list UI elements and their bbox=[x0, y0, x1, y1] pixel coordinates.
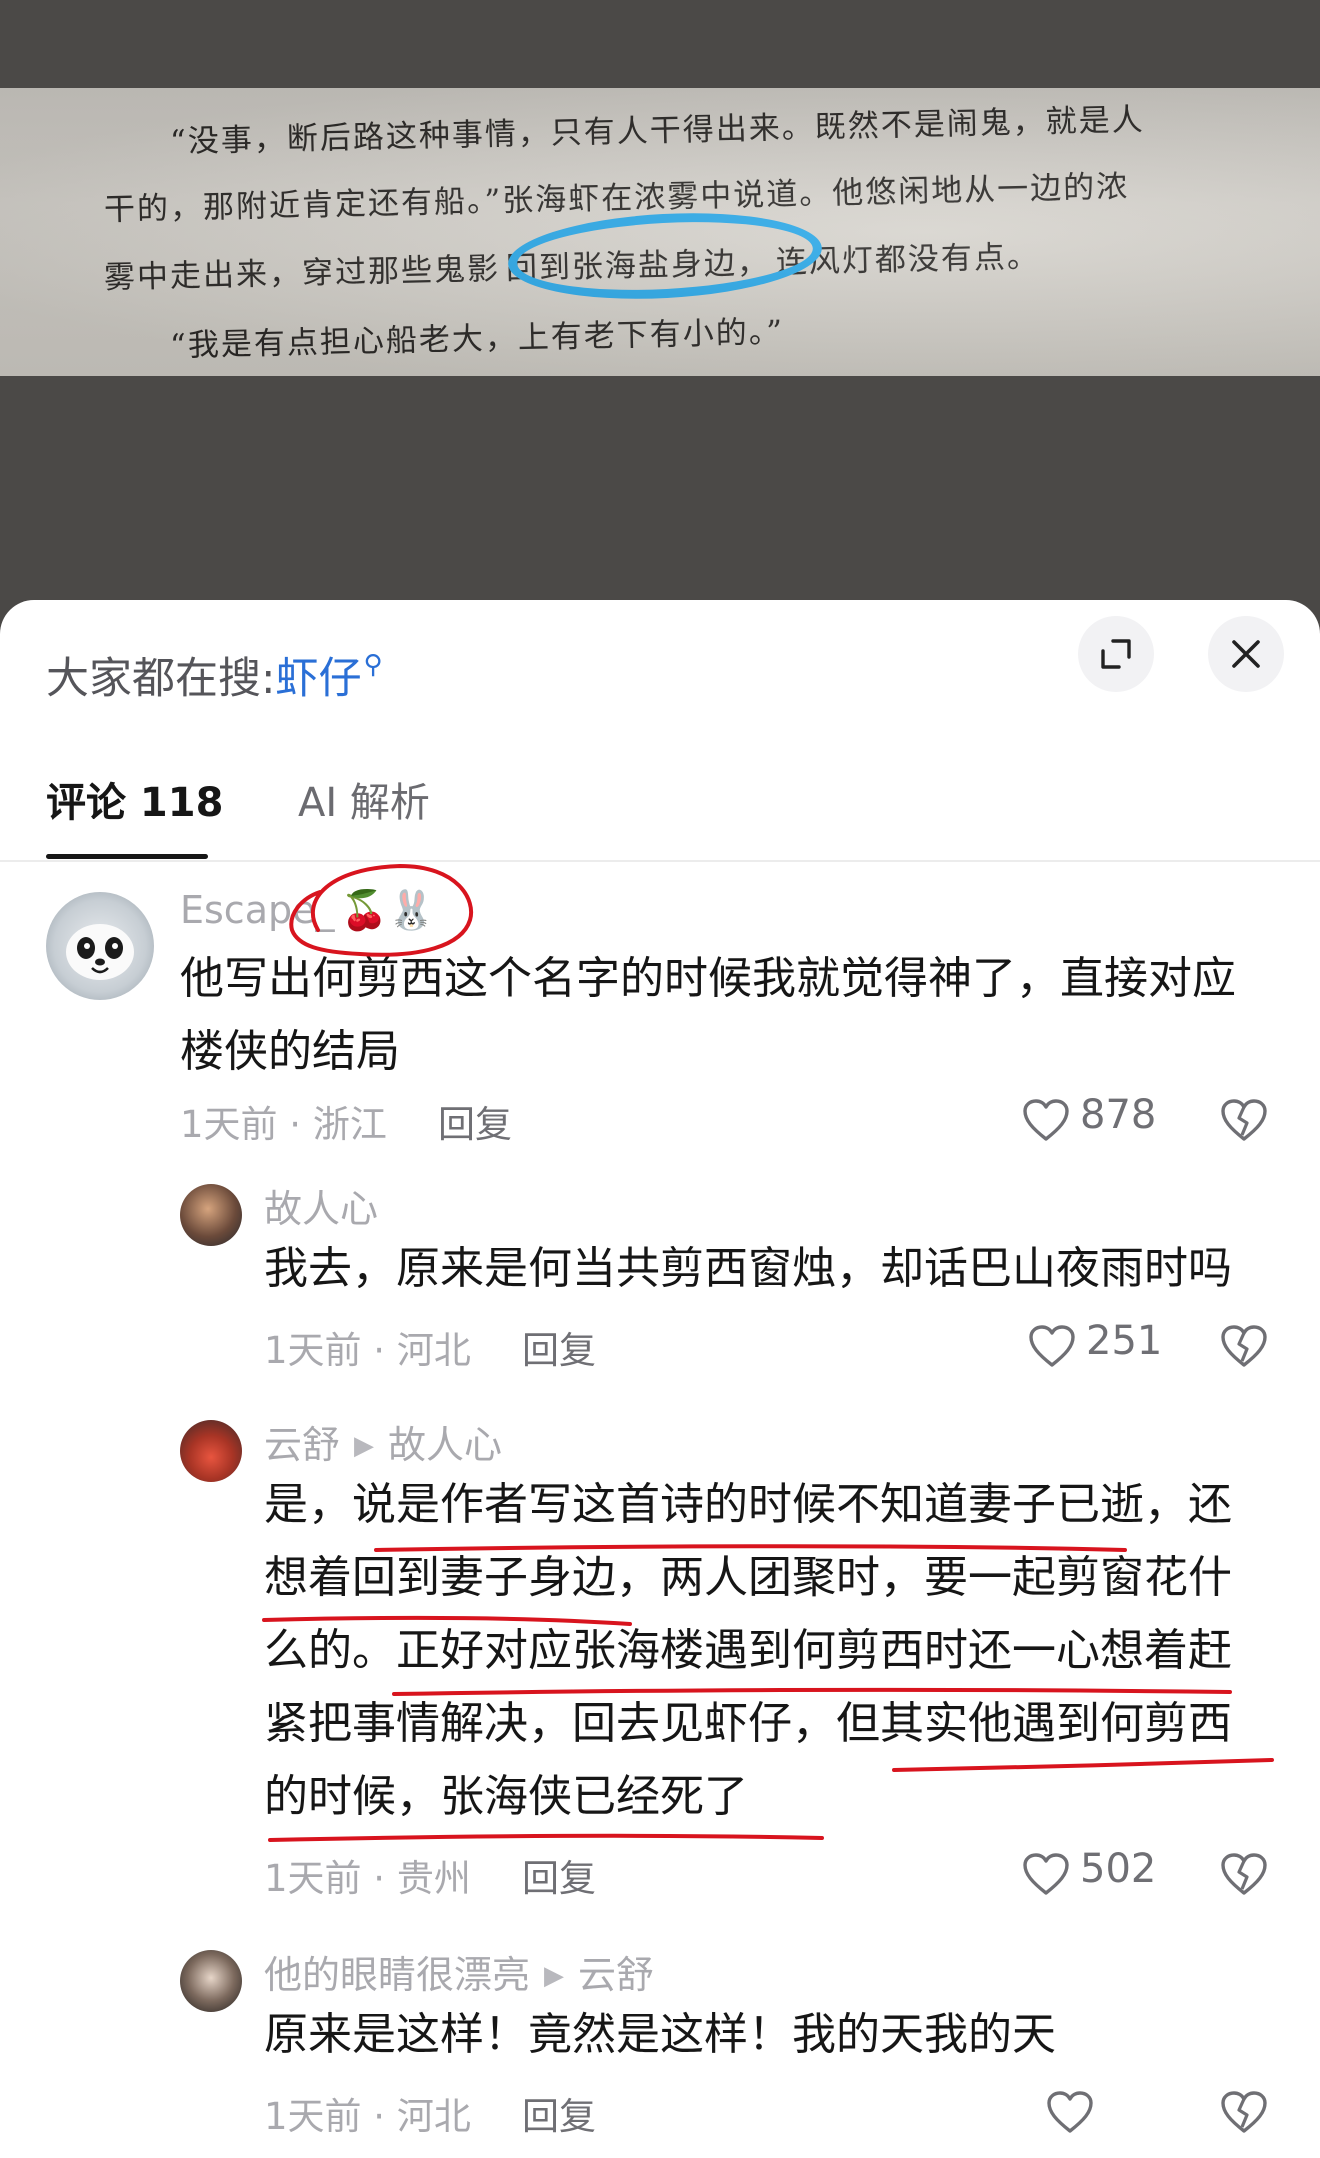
comment-text-line: 想着回到妻子身边，两人团聚时，要一起剪窗花什 bbox=[264, 1552, 1232, 1603]
search-suggestion[interactable]: 大家都在搜:虾仔⚲ bbox=[46, 644, 383, 706]
tab-ai-analysis[interactable]: AI 解析 bbox=[298, 770, 430, 828]
search-icon: ⚲ bbox=[363, 650, 383, 680]
username-text: 他的眼睛很漂亮 bbox=[264, 1953, 531, 1997]
reply-button[interactable]: 回复 bbox=[522, 1320, 596, 1374]
expand-icon bbox=[1101, 639, 1131, 669]
heart-icon[interactable] bbox=[1022, 1098, 1070, 1142]
comment-text: 原来是这样！竟然是这样！我的天我的天 bbox=[264, 2009, 1056, 2060]
comment-meta: 1天前 · 河北 bbox=[264, 2095, 471, 2138]
avatar[interactable] bbox=[180, 1420, 242, 1482]
broken-heart-icon[interactable] bbox=[1220, 1852, 1268, 1896]
avatar[interactable] bbox=[46, 892, 154, 1000]
username[interactable]: 故人心 bbox=[264, 1178, 378, 1233]
comment-text-line: 的时候，张海侠已经死了 bbox=[264, 1771, 748, 1822]
username[interactable]: Escape_ 🍒🐰 bbox=[180, 888, 435, 933]
like-count: 251 bbox=[1086, 1318, 1163, 1364]
tab-bar: 评论 118 AI 解析 bbox=[0, 770, 1320, 862]
reply-button[interactable]: 回复 bbox=[438, 1094, 512, 1148]
comment-text: 我去，原来是何当共剪西窗烛，却话巴山夜雨时吗 bbox=[264, 1243, 1232, 1294]
comment-text-line: 么的。正好对应张海楼遇到何剪西时还一心想着赶 bbox=[264, 1625, 1232, 1676]
comment-sheet: 大家都在搜:虾仔⚲ 评论 118 AI 解析 Escape_ 🍒🐰 他写出何剪西… bbox=[0, 600, 1320, 2158]
panda-avatar-icon bbox=[66, 924, 134, 980]
tab-comments[interactable]: 评论 118 bbox=[46, 770, 223, 828]
expand-button[interactable] bbox=[1078, 616, 1154, 692]
heart-icon[interactable] bbox=[1028, 1324, 1076, 1368]
username-emoji: 🍒🐰 bbox=[340, 888, 436, 932]
comment-text-line: 紧把事情解决，回去见虾仔，但其实他遇到何剪西 bbox=[264, 1698, 1232, 1749]
heart-icon[interactable] bbox=[1022, 1852, 1070, 1896]
broken-heart-icon[interactable] bbox=[1220, 1324, 1268, 1368]
comment-meta: 1天前 · 河北 bbox=[264, 1329, 471, 1372]
book-photo-area: “没事，断后路这种事情，只有人干得出来。既然不是闹鬼，就是人 干的，那附近肯定还… bbox=[0, 0, 1320, 600]
username[interactable]: 云舒 ▶ 故人心 bbox=[264, 1414, 502, 1469]
heart-icon[interactable] bbox=[1046, 2090, 1094, 2134]
reply-arrow-icon: ▶ bbox=[354, 1431, 375, 1461]
username-text: 云舒 bbox=[264, 1423, 341, 1467]
blue-highlight-circle bbox=[506, 205, 824, 307]
reply-arrow-icon: ▶ bbox=[544, 1961, 565, 1991]
reply-button[interactable]: 回复 bbox=[522, 2086, 596, 2140]
search-prefix: 大家都在搜: bbox=[46, 654, 276, 704]
active-tab-indicator bbox=[46, 854, 208, 859]
close-button[interactable] bbox=[1208, 616, 1284, 692]
close-icon bbox=[1232, 640, 1260, 668]
broken-heart-icon[interactable] bbox=[1220, 2090, 1268, 2134]
comment-meta: 1天前 · 贵州 bbox=[264, 1857, 471, 1900]
avatar[interactable] bbox=[180, 1184, 242, 1246]
avatar[interactable] bbox=[180, 1950, 242, 2012]
reply-to-username: 故人心 bbox=[388, 1423, 503, 1467]
username-text: Escape_ bbox=[180, 888, 335, 932]
comment-meta: 1天前 · 浙江 bbox=[180, 1103, 387, 1146]
username[interactable]: 他的眼睛很漂亮 ▶ 云舒 bbox=[264, 1944, 654, 1999]
like-count: 878 bbox=[1080, 1092, 1157, 1138]
broken-heart-icon[interactable] bbox=[1220, 1098, 1268, 1142]
comment-text-line: 是，说是作者写这首诗的时候不知道妻子已逝，还 bbox=[264, 1479, 1232, 1530]
like-count: 502 bbox=[1080, 1846, 1157, 1892]
book-text-line: “我是有点担心船老大，上有老下有小的。” bbox=[169, 314, 785, 364]
comment-text: 是，说是作者写这首诗的时候不知道妻子已逝，还 想着回到妻子身边，两人团聚时，要一… bbox=[264, 1468, 1274, 1833]
reply-button[interactable]: 回复 bbox=[522, 1848, 596, 1902]
book-page-photo: “没事，断后路这种事情，只有人干得出来。既然不是闹鬼，就是人 干的，那附近肯定还… bbox=[0, 88, 1320, 376]
comment-text: 他写出何剪西这个名字的时候我就觉得神了，直接对应楼侠的结局 bbox=[180, 953, 1236, 1077]
search-keyword[interactable]: 虾仔 bbox=[276, 654, 362, 704]
reply-to-username: 云舒 bbox=[578, 1953, 655, 1997]
book-text-line: “没事，断后路这种事情，只有人干得出来。既然不是闹鬼，就是人 bbox=[169, 101, 1146, 160]
book-text-segment: 雾中走出来，穿过那些鬼影 bbox=[103, 251, 501, 296]
